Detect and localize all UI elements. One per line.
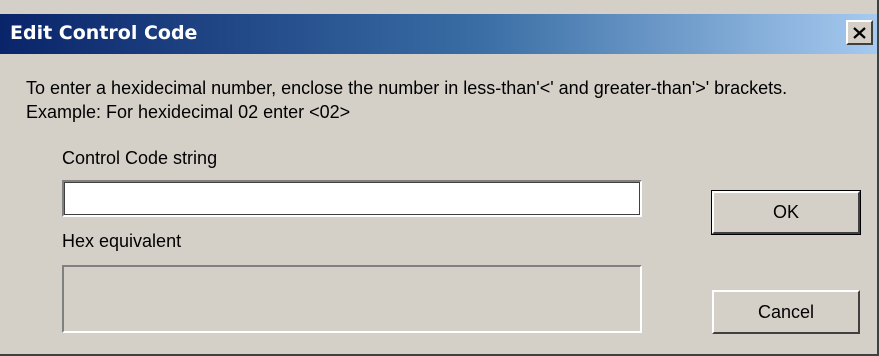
hex-equivalent-label: Hex equivalent (62, 231, 182, 251)
cancel-button[interactable]: Cancel (712, 290, 860, 334)
control-code-label: Control Code string (62, 148, 218, 168)
ok-button[interactable]: OK (711, 190, 861, 235)
edit-control-code-dialog: Edit Control Code To enter a hexidecimal… (0, 0, 879, 356)
close-button[interactable] (846, 20, 873, 45)
control-code-input[interactable] (62, 180, 642, 217)
hex-equivalent-field (62, 265, 642, 333)
instructions-text: To enter a hexidecimal number, enclose t… (26, 78, 788, 122)
titlebar-top-margin (0, 0, 877, 14)
title-bar[interactable]: Edit Control Code (0, 14, 877, 54)
close-icon (853, 26, 866, 39)
window-title: Edit Control Code (10, 22, 198, 44)
